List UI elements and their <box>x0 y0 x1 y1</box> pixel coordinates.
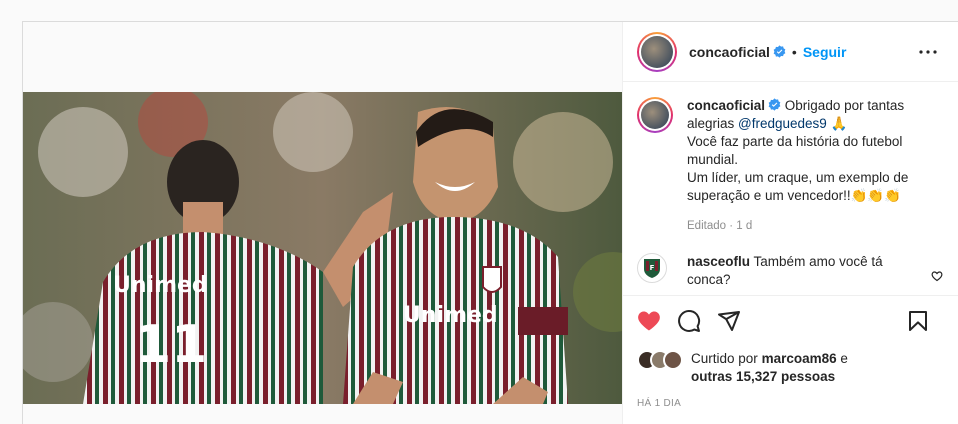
comment-icon[interactable] <box>677 309 701 333</box>
comment-text: nasceoflu Também amo você tá conca? <box>687 253 917 289</box>
liker-username[interactable]: marcoam86 <box>762 351 837 366</box>
comment-row: F nasceoflu Também amo você tá conca? <box>637 253 946 289</box>
likes-summary: Curtido por marcoam86 e outras 15,327 pe… <box>637 350 946 386</box>
likes-text: Curtido por marcoam86 e outras 15,327 pe… <box>691 350 848 386</box>
post-sidebar: concaoficial • Seguir concaoficial Obrig… <box>622 22 958 424</box>
heart-icon[interactable] <box>637 309 661 333</box>
clap-emoji: 👏👏👏 <box>850 188 902 203</box>
more-options-icon[interactable] <box>919 44 937 60</box>
follow-button[interactable]: Seguir <box>803 44 847 60</box>
likes-prefix: Curtido por <box>691 351 758 366</box>
svg-text:Unimed: Unimed <box>403 303 498 328</box>
photo-illustration: Unimed 11 Unimed <box>23 92 622 404</box>
verified-badge-icon <box>773 44 786 58</box>
verified-badge-icon <box>768 98 781 111</box>
likes-others[interactable]: outras 15,327 pessoas <box>691 369 835 384</box>
post-actions: Curtido por marcoam86 e outras 15,327 pe… <box>623 295 958 409</box>
club-crest-icon: F <box>644 259 660 278</box>
author-username[interactable]: concaoficial <box>689 44 786 60</box>
svg-text:11: 11 <box>135 315 207 375</box>
caption-row: concaoficial Obrigado por tantas alegria… <box>637 97 946 235</box>
caption-mention[interactable]: @fredguedes9 <box>738 116 827 131</box>
comments-section: concaoficial Obrigado por tantas alegria… <box>623 83 958 295</box>
caption-author-avatar[interactable] <box>637 97 673 133</box>
svg-text:F: F <box>650 264 655 272</box>
post-photo[interactable]: Unimed 11 Unimed <box>23 92 622 404</box>
bookmark-icon[interactable] <box>906 309 930 333</box>
share-icon[interactable] <box>717 309 741 333</box>
comment-username[interactable]: nasceoflu <box>687 254 750 269</box>
post-media-area: Unimed 11 Unimed <box>23 22 622 424</box>
small-heart-icon[interactable] <box>931 270 943 282</box>
liker-avatars <box>637 350 691 370</box>
post-card: Unimed 11 Unimed concaoficial • Seguir c… <box>22 21 958 424</box>
liker-avatar[interactable] <box>663 350 683 370</box>
likes-connector: e <box>840 351 848 366</box>
author-avatar[interactable] <box>637 31 677 72</box>
post-header: concaoficial • Seguir <box>623 22 958 82</box>
caption-line-2: Você faz parte da história do futebol mu… <box>687 134 903 167</box>
commenter-avatar[interactable]: F <box>637 253 667 283</box>
edited-timestamp[interactable]: Editado · 1 d <box>687 217 932 235</box>
caption-username[interactable]: concaoficial <box>687 98 765 113</box>
pray-emoji: 🙏 <box>830 116 848 131</box>
caption-text: concaoficial Obrigado por tantas alegria… <box>687 97 932 235</box>
svg-text:Unimed: Unimed <box>113 273 208 298</box>
post-time-ago[interactable]: HÁ 1 DIA <box>637 398 946 409</box>
action-icons <box>637 296 946 346</box>
separator-dot: • <box>791 43 797 60</box>
